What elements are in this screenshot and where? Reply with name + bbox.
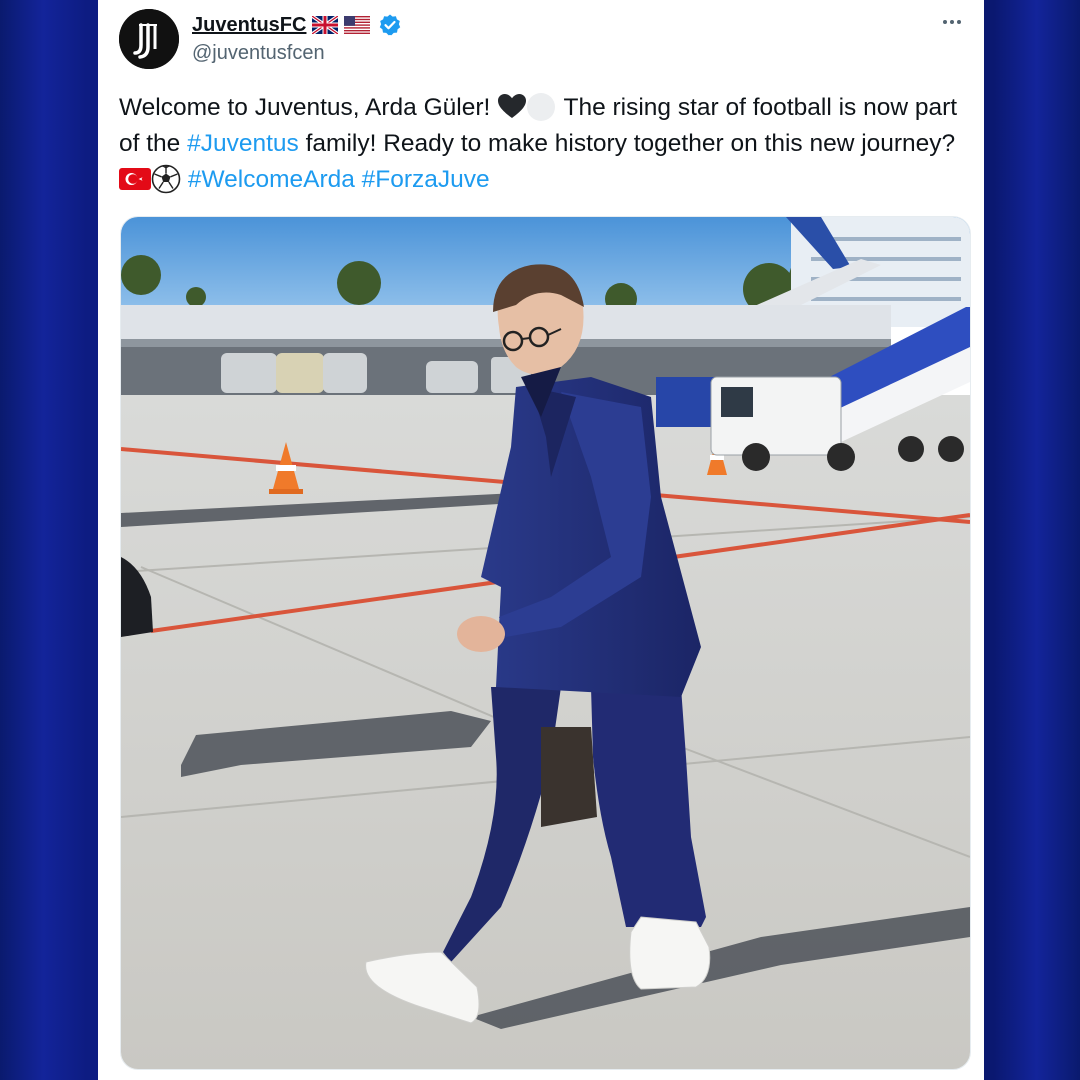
united-states-flag-icon: [344, 16, 371, 34]
author-handle[interactable]: @juventusfcen: [192, 42, 325, 65]
author-name-row: JuventusFC: [192, 11, 402, 39]
juventus-j-logo-icon: [119, 9, 179, 69]
more-dot: [943, 20, 947, 24]
tweet-text-segment: family! Ready to make history together o…: [298, 130, 956, 157]
verified-badge-icon: [380, 14, 401, 36]
author-display-name[interactable]: JuventusFC: [192, 14, 306, 37]
white-circle-icon: [527, 93, 556, 121]
avatar[interactable]: [119, 9, 179, 69]
tweet-text: Welcome to Juventus, Arda Güler! The ris…: [119, 90, 979, 198]
tweet-text-segment: [355, 166, 362, 193]
more-options-icon[interactable]: [936, 8, 968, 36]
turkey-flag-icon: [119, 168, 151, 190]
hashtag-welcomearda-link[interactable]: #WelcomeArda: [188, 166, 355, 193]
tweet-photo[interactable]: [120, 216, 971, 1070]
hashtag-forzajuve-link[interactable]: #ForzaJuve: [362, 166, 490, 193]
black-heart-icon: [498, 94, 527, 118]
united-kingdom-flag-icon: [312, 16, 339, 34]
more-dot: [957, 20, 961, 24]
tweet-text-segment: [181, 166, 188, 193]
hashtag-juventus-link[interactable]: #Juventus: [187, 130, 299, 157]
more-dot: [950, 20, 954, 24]
tweet-text-segment: Welcome to Juventus, Arda Güler!: [119, 94, 498, 121]
soccer-ball-icon: [151, 164, 181, 194]
airport-tarmac-photo: [121, 217, 970, 1069]
tweet-card: JuventusFC @juventusfcen Welcome to Juve…: [98, 0, 984, 1080]
